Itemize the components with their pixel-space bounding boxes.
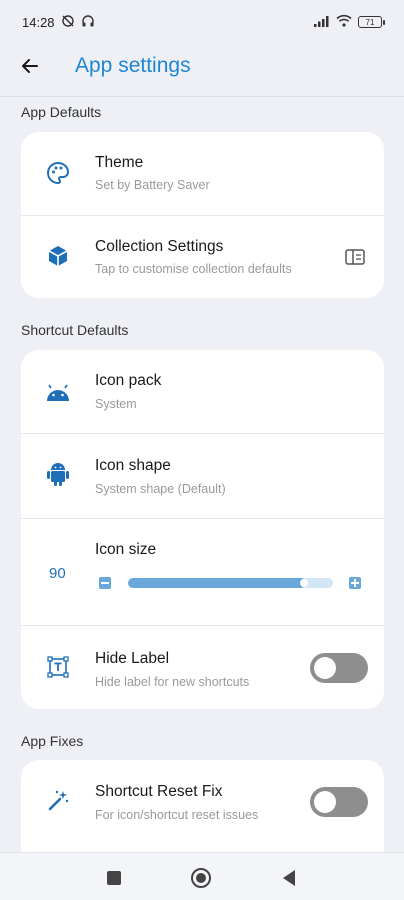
android-robot-icon [45, 461, 71, 487]
status-bar: 14:28 71 [0, 0, 404, 44]
reset-fix-subtitle: For icon/shortcut reset issues [95, 808, 259, 822]
slider-increase-button[interactable] [349, 577, 361, 589]
headphones-icon [81, 14, 95, 31]
icon-shape-subtitle: System shape (Default) [95, 482, 226, 496]
icon-size-row: 90 Icon size [21, 519, 384, 625]
back-triangle-icon [283, 870, 295, 886]
slider-thumb[interactable] [300, 579, 308, 587]
android-head-icon [45, 380, 71, 406]
hide-label-row[interactable]: Hide Label Hide label for new shortcuts [21, 626, 384, 709]
collection-title: Collection Settings [95, 238, 224, 255]
app-bar: App settings [0, 44, 404, 88]
app-bar-divider [0, 96, 404, 97]
dnd-off-icon [61, 14, 75, 31]
wifi-icon [336, 14, 352, 30]
back-button[interactable] [14, 50, 46, 82]
clock: 14:28 [22, 14, 55, 30]
toggle-knob [314, 791, 336, 813]
theme-title: Theme [95, 154, 144, 171]
open-panel-icon[interactable] [344, 246, 366, 268]
icon-size-value: 90 [49, 565, 66, 582]
page-title: App settings [75, 54, 191, 77]
hide-label-subtitle: Hide label for new shortcuts [95, 675, 250, 689]
reset-fix-toggle[interactable] [310, 787, 368, 817]
icon-pack-title: Icon pack [95, 372, 162, 389]
icon-shape-title: Icon shape [95, 457, 171, 474]
icon-pack-subtitle: System [95, 397, 137, 411]
toggle-knob [314, 657, 336, 679]
label-frame-icon [45, 654, 71, 680]
collection-settings-row[interactable]: Collection Settings Tap to customise col… [21, 216, 384, 298]
signal-icon [314, 15, 330, 30]
icon-shape-row[interactable]: Icon shape System shape (Default) [21, 434, 384, 518]
section-label-shortcut-defaults: Shortcut Defaults [21, 322, 129, 338]
back-nav-button[interactable] [278, 867, 300, 889]
hide-label-title: Hide Label [95, 650, 170, 667]
recents-icon [107, 871, 121, 885]
home-icon [191, 868, 211, 888]
icon-size-slider[interactable] [128, 578, 333, 588]
app-defaults-card: Theme Set by Battery Saver Collection Se… [21, 132, 384, 298]
battery-icon: 71 [358, 16, 385, 28]
system-nav-bar [0, 852, 404, 900]
slider-fill [128, 578, 306, 588]
recents-button[interactable] [103, 867, 125, 889]
battery-level: 71 [365, 17, 375, 27]
arrow-left-icon [22, 59, 38, 73]
slider-decrease-button[interactable] [99, 577, 111, 589]
section-label-app-defaults: App Defaults [21, 104, 102, 120]
icon-size-title: Icon size [95, 541, 157, 558]
shortcut-defaults-card: Icon pack System Icon shape System shape… [21, 350, 384, 709]
theme-row[interactable]: Theme Set by Battery Saver [21, 132, 384, 215]
shortcut-reset-fix-row[interactable]: Shortcut Reset Fix For icon/shortcut res… [21, 760, 384, 844]
home-button[interactable] [190, 867, 212, 889]
icon-pack-row[interactable]: Icon pack System [21, 350, 384, 433]
hide-label-toggle[interactable] [310, 653, 368, 683]
cube-icon [45, 243, 71, 269]
magic-wand-icon [45, 788, 71, 814]
palette-icon [45, 160, 71, 186]
collection-subtitle: Tap to customise collection defaults [95, 262, 292, 276]
section-label-app-fixes: App Fixes [21, 733, 84, 749]
theme-subtitle: Set by Battery Saver [95, 178, 210, 192]
reset-fix-title: Shortcut Reset Fix [95, 783, 223, 800]
